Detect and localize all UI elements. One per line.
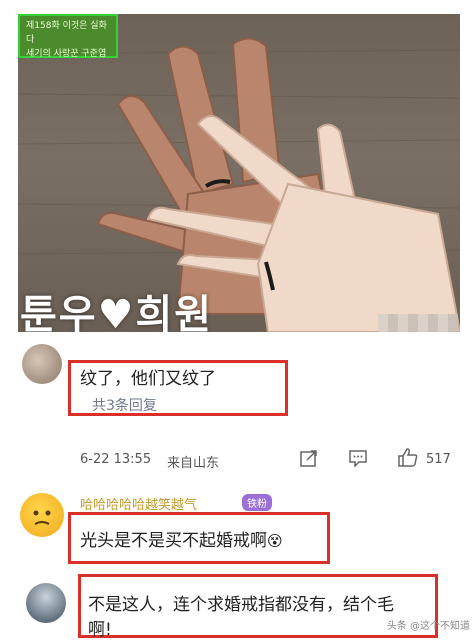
avatar[interactable] [20,493,64,537]
tv-tag-line2: 세기의 사랑꾼 구준엽 [26,49,107,59]
comment-text-line2: 啊! [88,620,112,640]
comment-text: 光头是不是买不起婚戒啊😵 [80,526,283,551]
tv-tag-line1: 제158화 이것은 실화다 [26,21,107,45]
avatar[interactable] [26,583,66,623]
fan-badge: 铁粉 [242,494,272,511]
like-icon[interactable] [397,447,419,471]
tv-program-tag: 제158화 이것은 실화다 세기의 사랑꾼 구준엽 [18,14,118,59]
comment-username[interactable]: 哈哈哈哈哈越笑越气 [80,494,197,513]
dizzy-emoji-icon: 😵 [267,532,283,550]
mosaic-blur [378,314,458,332]
comment-text: 纹了，他们又纹了 [80,369,216,389]
comment-icon[interactable] [348,449,368,471]
emoji-face-icon [33,510,51,525]
post-photo[interactable]: 제158화 이것은 실화다 세기의 사랑꾼 구준엽 툰우♥희원 [18,14,460,332]
like-count: 517 [426,452,451,467]
avatar[interactable] [22,344,62,384]
view-replies-link[interactable]: 共3条回复 [92,395,157,415]
share-icon[interactable] [300,449,318,471]
comment-text-body: 光头是不是买不起婚戒啊 [80,531,267,551]
comment-location: 来自山东 [167,456,220,471]
watermark: 头条 @这个不知道 [386,621,470,632]
comment-text-line1: 不是这人，连个求婚戒指都没有，结个毛 [88,595,394,615]
names-caption: 툰우♥희원 [20,292,214,332]
comment-timestamp: 6-22 13:55 [80,452,152,467]
